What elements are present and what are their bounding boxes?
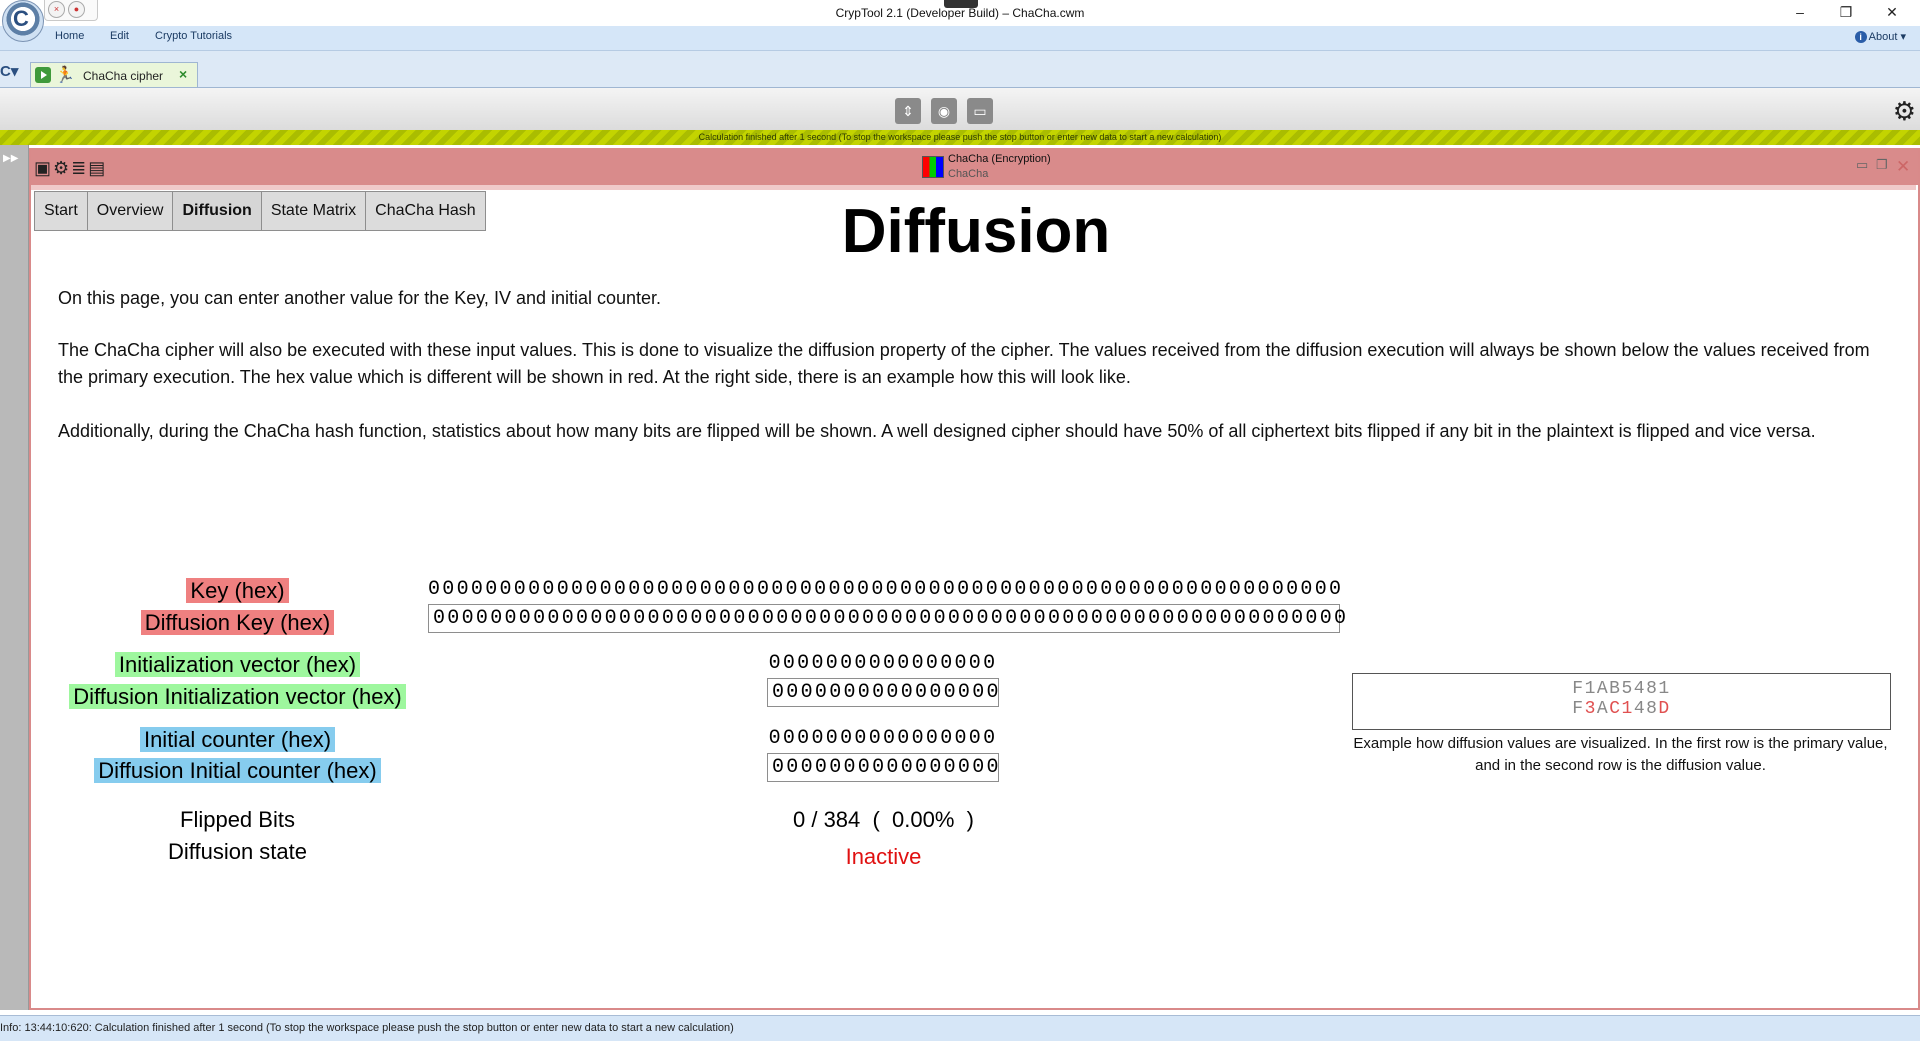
menu-bar [0, 26, 1920, 51]
diffusion-counter-label: Diffusion Initial counter (hex) [94, 758, 381, 783]
close-icon[interactable]: × [179, 66, 187, 82]
component-icon [922, 156, 944, 178]
gear-icon[interactable]: ⚙ [53, 158, 71, 178]
diffusion-key-input[interactable]: 0000000000000000000000000000000000000000… [428, 604, 1346, 633]
left-rail [0, 145, 29, 1010]
diffusion-paragraph: The ChaCha cipher will also be executed … [58, 340, 1870, 387]
diff-iv-label-row: Diffusion Initialization vector (hex) [40, 682, 435, 712]
example-caption: Example how diffusion values are visuali… [1353, 735, 1888, 774]
toolbar [0, 88, 1920, 130]
restore-window-button[interactable]: ❐ [1824, 2, 1868, 22]
menu-crypto-tutorials[interactable]: Crypto Tutorials [155, 30, 232, 42]
header-separator [31, 185, 1916, 190]
runner-icon: 🏃 [55, 67, 75, 84]
iv-label-row: Initialization vector (hex) [40, 650, 435, 680]
bottom-status-bar: Info: 13:44:10:620: Calculation finished… [0, 1015, 1920, 1041]
play-icon[interactable] [35, 67, 51, 83]
expand-panel-icon[interactable]: ▶▶ [3, 153, 18, 164]
counter-label-row: Initial counter (hex) [40, 725, 435, 755]
component-toolbar: ▣⚙≣▤ [34, 158, 107, 179]
image-icon[interactable]: ▣ [34, 158, 53, 178]
list-icon[interactable]: ≣ [71, 158, 88, 178]
menu-edit[interactable]: Edit [110, 30, 129, 42]
close-window-button[interactable]: ✕ [1870, 2, 1914, 22]
tab-chacha-cipher[interactable]: 🏃 ChaCha cipher × [30, 62, 198, 87]
diffusion-counter-input[interactable]: 0000000000000000 [767, 753, 999, 782]
about-button[interactable]: i About ▾ [1854, 30, 1906, 43]
status-strip: Calculation finished after 1 second (To … [0, 130, 1920, 145]
restore-icon[interactable]: ❐ [1876, 157, 1888, 173]
diffusion-example-box: F1AB5481 F3AC148D [1352, 673, 1891, 730]
key-value: 0000000000000000000000000000000000000000… [428, 578, 1344, 601]
menu-home[interactable]: Home [55, 30, 84, 42]
key-label: Key (hex) [186, 578, 289, 603]
diffusion-state-label: Diffusion state [167, 839, 307, 864]
minimize-window-button[interactable]: – [1778, 2, 1822, 22]
diffusion-key-label: Diffusion Key (hex) [140, 610, 335, 635]
gear-icon[interactable]: ⚙ [1893, 98, 1916, 124]
close-icon[interactable]: ✕ [1896, 157, 1910, 177]
component-title: ChaCha (Encryption) [948, 153, 1051, 165]
diff-key-label-row: Diffusion Key (hex) [40, 608, 435, 638]
example-diffusion-value: F3AC148D [1572, 699, 1671, 719]
tab-label: ChaCha cipher [83, 69, 164, 83]
counter-value: 0000000000000000 [768, 727, 998, 750]
camera-icon[interactable]: ◉ [931, 98, 957, 124]
document-tab-strip [0, 51, 1920, 88]
minimize-icon[interactable]: ▭ [1856, 157, 1868, 173]
example-primary-value: F1AB5481 [1572, 679, 1671, 699]
app-logo-icon[interactable]: C [2, 0, 44, 42]
app-menu-icon[interactable]: C▾ [0, 62, 18, 80]
clipboard-icon[interactable]: ▤ [88, 158, 107, 178]
diffusion-state-value: Inactive [845, 844, 922, 869]
info-icon: i [1854, 31, 1867, 43]
key-label-row: Key (hex) [40, 576, 435, 606]
diffusion-iv-label: Diffusion Initialization vector (hex) [69, 684, 406, 709]
counter-label: Initial counter (hex) [139, 727, 336, 752]
flipped-bits-label: Flipped Bits [180, 807, 295, 832]
iv-label: Initialization vector (hex) [114, 652, 361, 677]
component-subtitle: ChaCha [948, 168, 989, 180]
comment-icon[interactable]: ▭ [967, 98, 993, 124]
statistics-paragraph: Additionally, during the ChaCha hash fun… [58, 421, 1816, 441]
intro-paragraph: On this page, you can enter another valu… [58, 288, 662, 308]
diff-counter-label-row: Diffusion Initial counter (hex) [40, 756, 435, 786]
page-title: Diffusion [841, 197, 1111, 266]
arrows-icon[interactable]: ⇕ [895, 98, 921, 124]
window-title: CrypTool 2.1 (Developer Build) – ChaCha.… [835, 6, 1085, 20]
diffusion-iv-input[interactable]: 0000000000000000 [767, 678, 999, 707]
flipped-bits-value: 0 / 384 ( 0.00% ) [793, 807, 974, 832]
iv-value: 0000000000000000 [768, 652, 998, 675]
